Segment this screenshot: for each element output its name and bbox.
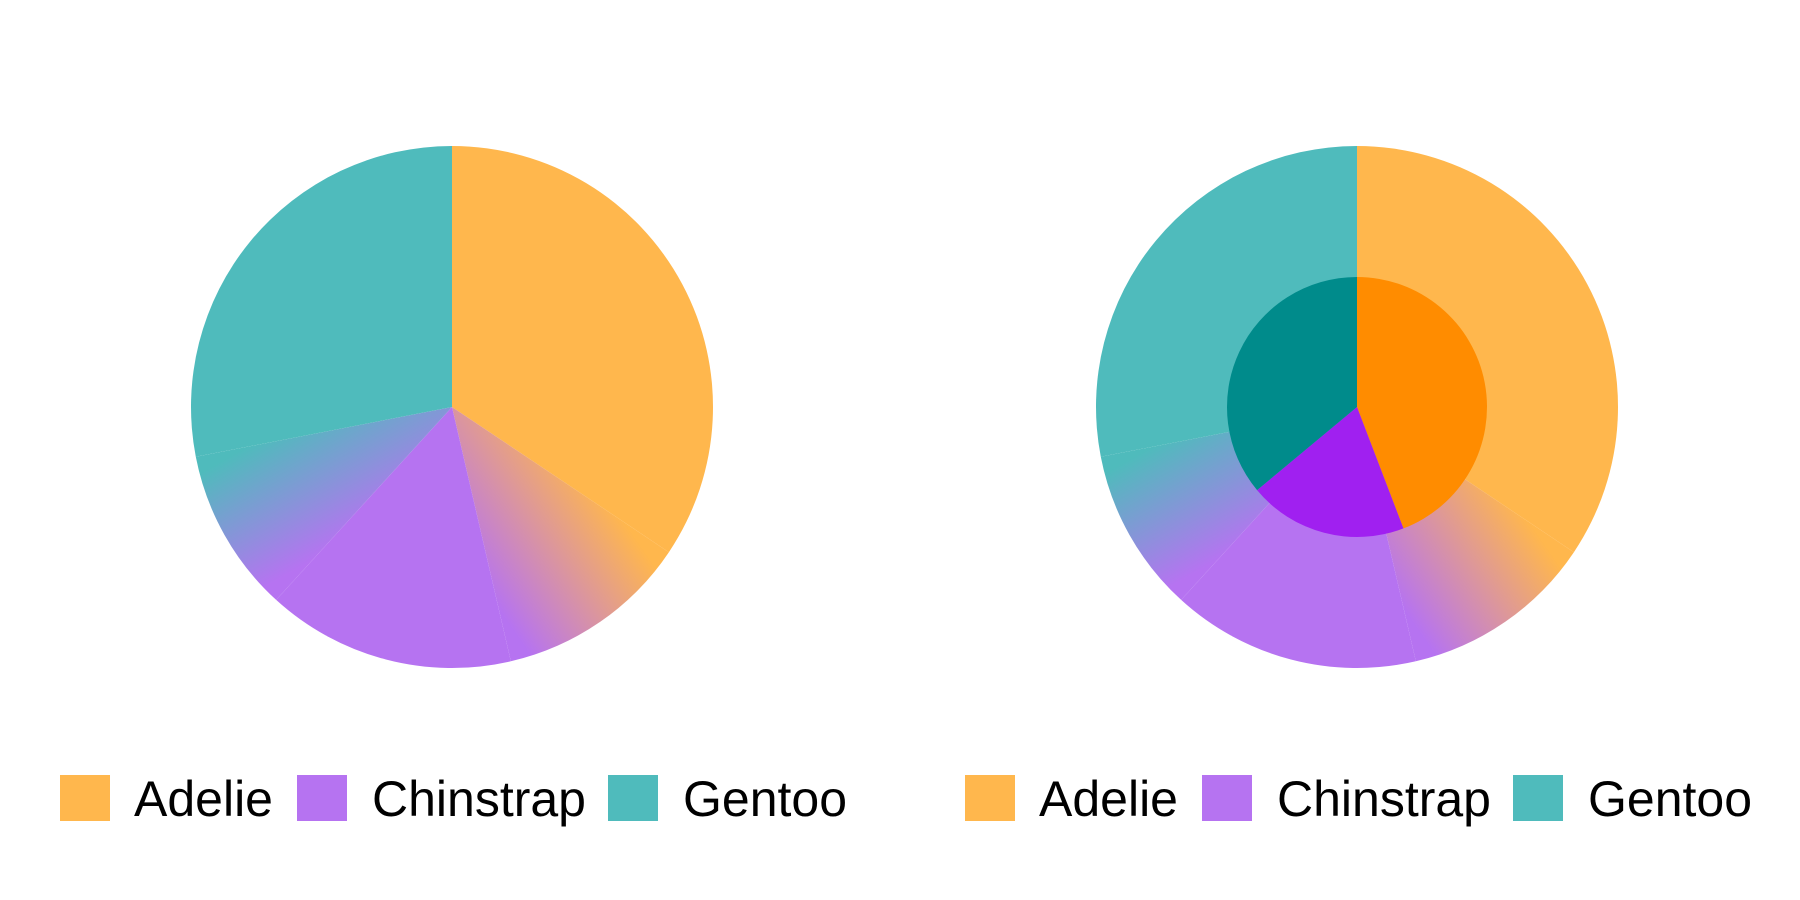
legend-right: Adelie Chinstrap Gentoo xyxy=(965,771,1752,827)
legend-swatch-adelie xyxy=(60,775,110,821)
charts-svg: Adelie Chinstrap Gentoo Adelie Chinstrap… xyxy=(60,146,1752,827)
legend-label-chinstrap: Chinstrap xyxy=(372,771,586,827)
legend-swatch-adelie xyxy=(965,775,1015,821)
pie-slice-gentoo xyxy=(191,146,452,457)
legend-swatch-chinstrap xyxy=(297,775,347,821)
chart-canvas: Adelie Chinstrap Gentoo Adelie Chinstrap… xyxy=(0,0,1800,900)
pie-chart-right xyxy=(1096,146,1619,668)
legend-swatch-chinstrap xyxy=(1202,775,1252,821)
legend-left: Adelie Chinstrap Gentoo xyxy=(60,771,847,827)
legend-label-adelie: Adelie xyxy=(1039,771,1178,827)
pie-chart-left xyxy=(191,146,713,668)
legend-label-chinstrap: Chinstrap xyxy=(1277,771,1491,827)
legend-label-gentoo: Gentoo xyxy=(683,771,847,827)
legend-label-gentoo: Gentoo xyxy=(1588,771,1752,827)
legend-swatch-gentoo xyxy=(1513,775,1563,821)
legend-swatch-gentoo xyxy=(608,775,658,821)
legend-label-adelie: Adelie xyxy=(134,771,273,827)
